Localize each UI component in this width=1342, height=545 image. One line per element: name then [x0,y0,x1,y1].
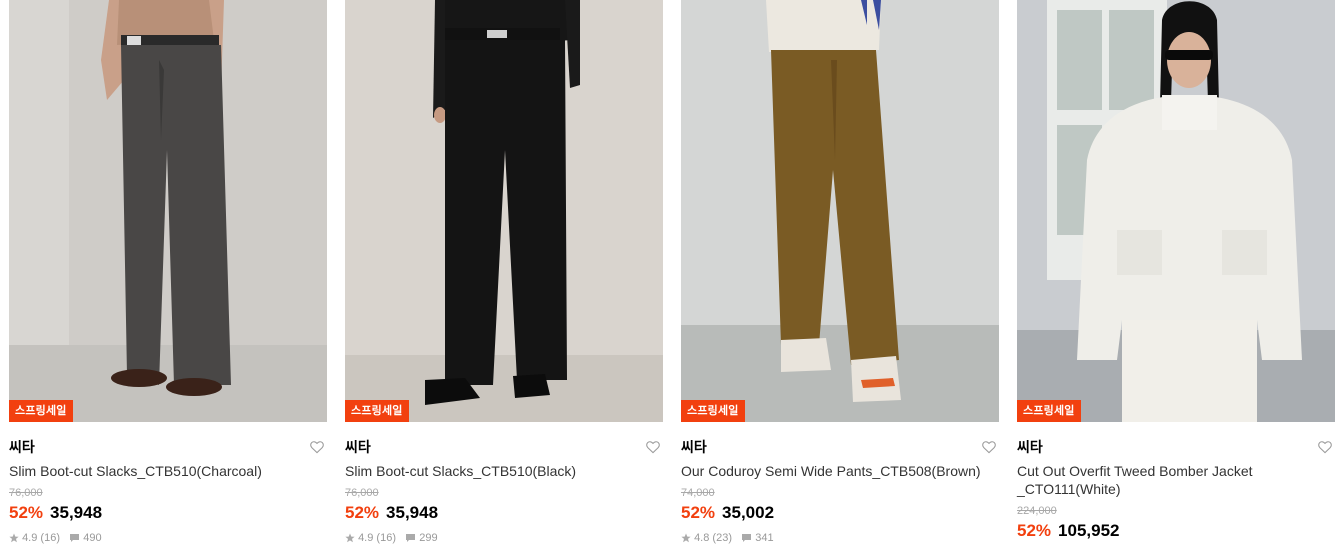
product-image[interactable]: 스프링세일 [9,0,327,422]
sale-price: 35,948 [50,503,103,522]
product-info: 씨타 Slim Boot-cut Slacks_CTB510(Charcoal)… [9,422,327,545]
discount-rate: 52% [1017,521,1052,540]
discount-rate: 52% [9,503,44,522]
comment-count: 341 [755,532,774,545]
sale-price: 35,002 [722,503,775,522]
brown-corduroy-pants-photo [681,0,999,422]
original-price: 224,000 [1017,505,1057,517]
sale-badge: 스프링세일 [345,400,409,422]
brand-name[interactable]: 씨타 [1017,438,1335,456]
black-slacks-photo [345,0,663,422]
product-card[interactable]: 스프링세일 씨타 Slim Boot-cut Slacks_CTB510(Cha… [9,0,327,545]
discount-rate: 52% [681,503,716,522]
product-name[interactable]: Cut Out Overfit Tweed Bomber Jacket _CTO… [1017,462,1267,498]
comment-icon [742,534,752,543]
product-grid: 스프링세일 씨타 Slim Boot-cut Slacks_CTB510(Cha… [0,0,1342,545]
sale-price: 105,952 [1058,521,1120,540]
sale-badge: 스프링세일 [9,400,73,422]
product-card[interactable]: 스프링세일 씨타 Cut Out Overfit Tweed Bomber Ja… [1017,0,1335,543]
product-card[interactable]: 스프링세일 씨타 Slim Boot-cut Slacks_CTB510(Bla… [345,0,663,545]
rating: 4.8 [694,532,710,545]
comment-count: 299 [419,532,438,545]
original-price: 76,000 [9,487,43,499]
product-name[interactable]: Our Coduroy Semi Wide Pants_CTB508(Brown… [681,462,999,480]
price-row: 52% 35,948 [9,503,327,523]
product-image[interactable]: 스프링세일 [345,0,663,422]
product-name[interactable]: Slim Boot-cut Slacks_CTB510(Black) [345,462,663,480]
review-count: (23) [712,532,732,545]
white-tweed-jacket-photo [1017,0,1335,422]
price-row: 52% 35,948 [345,503,663,523]
product-info: 씨타 Slim Boot-cut Slacks_CTB510(Black) 76… [345,422,663,545]
product-name[interactable]: Slim Boot-cut Slacks_CTB510(Charcoal) [9,462,327,480]
price-row: 52% 35,002 [681,503,999,523]
product-info: 씨타 Cut Out Overfit Tweed Bomber Jacket _… [1017,422,1335,541]
product-info: 씨타 Our Coduroy Semi Wide Pants_CTB508(Br… [681,422,999,545]
original-price: 74,000 [681,487,715,499]
star-icon [9,533,19,543]
star-icon [681,533,691,543]
price-row: 52% 105,952 [1017,521,1335,541]
original-price: 76,000 [345,487,379,499]
brand-name[interactable]: 씨타 [681,438,999,456]
comment-icon [70,534,80,543]
sale-price: 35,948 [386,503,439,522]
brand-name[interactable]: 씨타 [9,438,327,456]
heart-icon[interactable] [645,439,661,455]
product-image[interactable]: 스프링세일 [1017,0,1335,422]
product-card[interactable]: 스프링세일 씨타 Our Coduroy Semi Wide Pants_CTB… [681,0,999,545]
sale-badge: 스프링세일 [1017,400,1081,422]
review-count: (16) [376,532,396,545]
sale-badge: 스프링세일 [681,400,745,422]
discount-rate: 52% [345,503,380,522]
heart-icon[interactable] [309,439,325,455]
rating: 4.9 [22,532,38,545]
product-image[interactable]: 스프링세일 [681,0,999,422]
heart-icon[interactable] [981,439,997,455]
rating: 4.9 [358,532,374,545]
heart-icon[interactable] [1317,439,1333,455]
star-icon [345,533,355,543]
charcoal-slacks-photo [9,0,327,422]
comment-icon [406,534,416,543]
brand-name[interactable]: 씨타 [345,438,663,456]
comment-count: 490 [83,532,102,545]
review-count: (16) [40,532,60,545]
